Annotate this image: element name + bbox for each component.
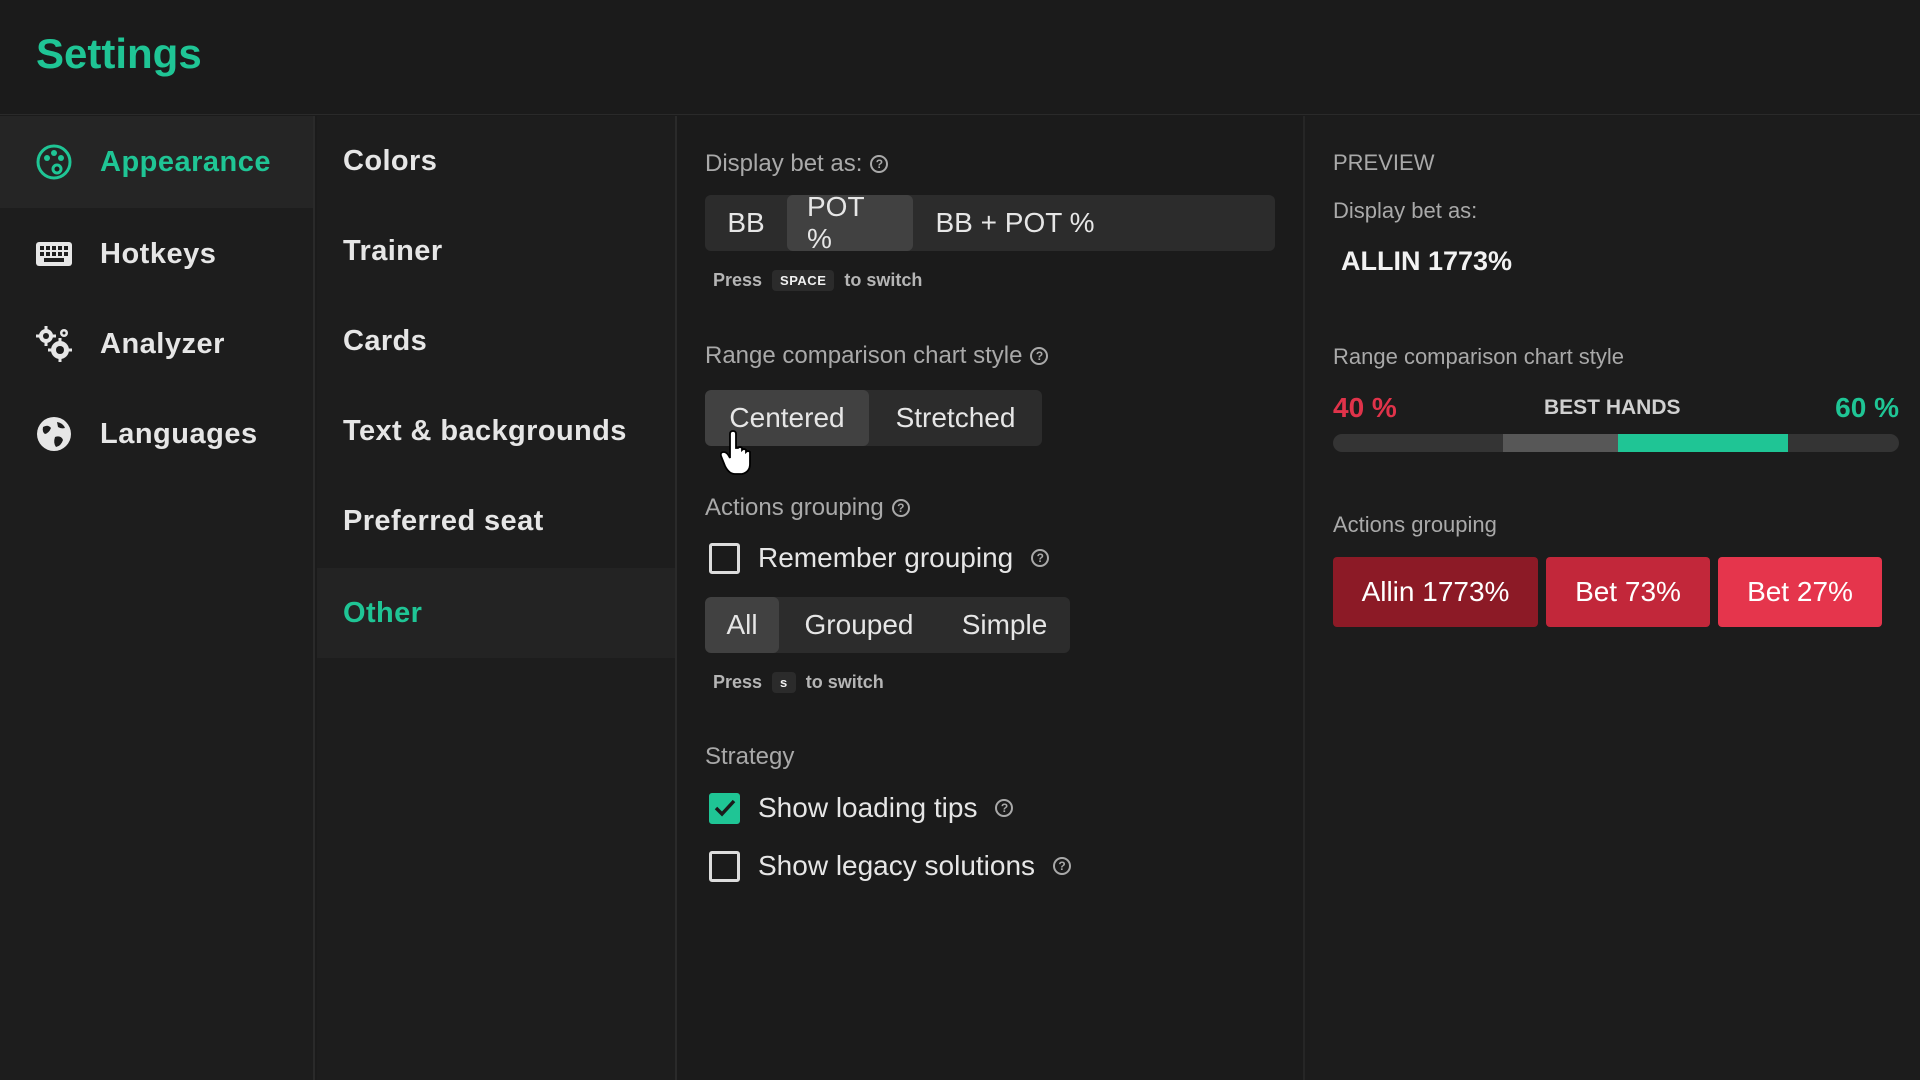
sidebar: Appearance Hotkeys Analyzer Languages [0,116,315,1080]
subnav-item-other[interactable]: Other [317,568,675,658]
best-hands-label: BEST HANDS [1544,396,1681,419]
action-allin-button[interactable]: Allin 1773% [1333,557,1538,627]
header: Settings [0,0,1920,115]
preview-display-bet-label: Display bet as: [1333,198,1478,223]
actions-grouping-label: Actions grouping ? [705,494,910,522]
sidebar-item-label: Appearance [100,145,272,178]
help-icon[interactable]: ? [891,499,910,517]
help-icon[interactable]: ? [1053,857,1072,875]
bet-option-bb[interactable]: BB [705,195,787,251]
remember-grouping-label: Remember grouping [758,542,1014,573]
subnav-item-trainer[interactable]: Trainer [317,206,675,296]
subnav-item-label: Preferred seat [343,504,544,537]
bet-option-pot[interactable]: POT % [787,195,913,251]
remember-grouping-checkbox[interactable]: Remember grouping ? [709,542,1050,574]
left-percentage: 40 % [1333,392,1397,423]
subnav-item-label: Other [343,596,423,629]
strategy-label: Strategy [705,743,794,771]
hint-switch-text: to switch [844,270,923,290]
bet-option-bb-pot[interactable]: BB + POT % [913,195,1117,251]
chart-option-stretched[interactable]: Stretched [869,390,1042,446]
help-icon[interactable]: ? [995,799,1014,817]
sidebar-item-label: Languages [100,417,258,450]
palette-icon [34,142,74,182]
action-bet-73-button[interactable]: Bet 73% [1546,557,1710,627]
strategy-label-text: Strategy [705,743,795,770]
subnav-item-colors[interactable]: Colors [317,116,675,206]
preview-bet-value: ALLIN 1773% [1341,246,1513,276]
grouping-hint: Press s to switch [713,672,884,693]
keyboard-icon [34,234,74,274]
subnav-item-cards[interactable]: Cards [317,296,675,386]
hint-press-text: Press [713,672,763,692]
preview-panel: PREVIEW Display bet as: ALLIN 1773% Rang… [1303,116,1920,1080]
action-bet-27-button[interactable]: Bet 27% [1718,557,1882,627]
preview-actions-label: Actions grouping [1333,512,1497,537]
sidebar-item-label: Analyzer [100,327,225,360]
hint-switch-text: to switch [805,672,884,692]
show-loading-tips-label: Show loading tips [758,792,978,823]
subnav-item-preferred-seat[interactable]: Preferred seat [317,476,675,566]
settings-panel: Display bet as: ? BB POT % BB + POT % Pr… [679,116,1301,1080]
subnav-item-label: Text & backgrounds [343,414,627,447]
preview-title: PREVIEW [1333,150,1435,175]
sidebar-item-label: Hotkeys [100,237,217,270]
subnav-item-label: Trainer [343,234,443,267]
range-comparison-bar [1333,434,1899,452]
help-icon[interactable]: ? [870,155,889,173]
subnav: Colors Trainer Cards Text & backgrounds … [317,116,677,1080]
subnav-item-label: Cards [343,324,428,357]
grouping-option-grouped[interactable]: Grouped [779,597,939,653]
display-bet-hint: Press SPACE to switch [713,270,922,291]
checkmark-icon [714,799,735,817]
key-space: SPACE [772,270,835,291]
globe-icon [34,414,74,454]
display-bet-selector: BB POT % BB + POT % [705,195,1275,251]
sidebar-item-analyzer[interactable]: Analyzer [0,298,313,390]
range-chart-label-text: Range comparison chart style [705,342,1023,369]
checkbox-box[interactable] [709,792,740,824]
sidebar-item-hotkeys[interactable]: Hotkeys [0,208,313,300]
grouping-selector: All Grouped Simple [705,597,1070,653]
preview-range-label: Range comparison chart style [1333,344,1625,369]
grouping-option-all[interactable]: All [705,597,779,653]
gears-icon [34,324,74,364]
help-icon[interactable]: ? [1030,347,1049,365]
show-legacy-solutions-label: Show legacy solutions [758,850,1036,881]
subnav-item-label: Colors [343,144,438,177]
right-percentage: 60 % [1835,392,1899,423]
checkbox-box[interactable] [709,542,740,574]
show-loading-tips-checkbox[interactable]: Show loading tips ? [709,792,1014,824]
checkbox-box[interactable] [709,850,740,882]
display-bet-label-text: Display bet as: [705,150,863,177]
subnav-item-text-backgrounds[interactable]: Text & backgrounds [317,386,675,476]
show-legacy-solutions-checkbox[interactable]: Show legacy solutions ? [709,850,1072,882]
hand-cursor-icon [719,430,756,481]
range-bar-green-segment [1618,434,1788,452]
range-bar-header: 40 % BEST HANDS 60 % [1333,392,1899,428]
grouping-option-simple[interactable]: Simple [939,597,1070,653]
range-bar-grey-segment [1503,434,1618,452]
page-title: Settings [36,30,202,77]
range-chart-label: Range comparison chart style ? [705,342,1049,370]
sidebar-item-appearance[interactable]: Appearance [0,116,313,208]
display-bet-label: Display bet as: ? [705,150,889,178]
hint-press-text: Press [713,270,763,290]
actions-grouping-label-text: Actions grouping [705,494,884,521]
key-s: s [772,672,796,693]
help-icon[interactable]: ? [1031,549,1050,567]
sidebar-item-languages[interactable]: Languages [0,388,313,480]
